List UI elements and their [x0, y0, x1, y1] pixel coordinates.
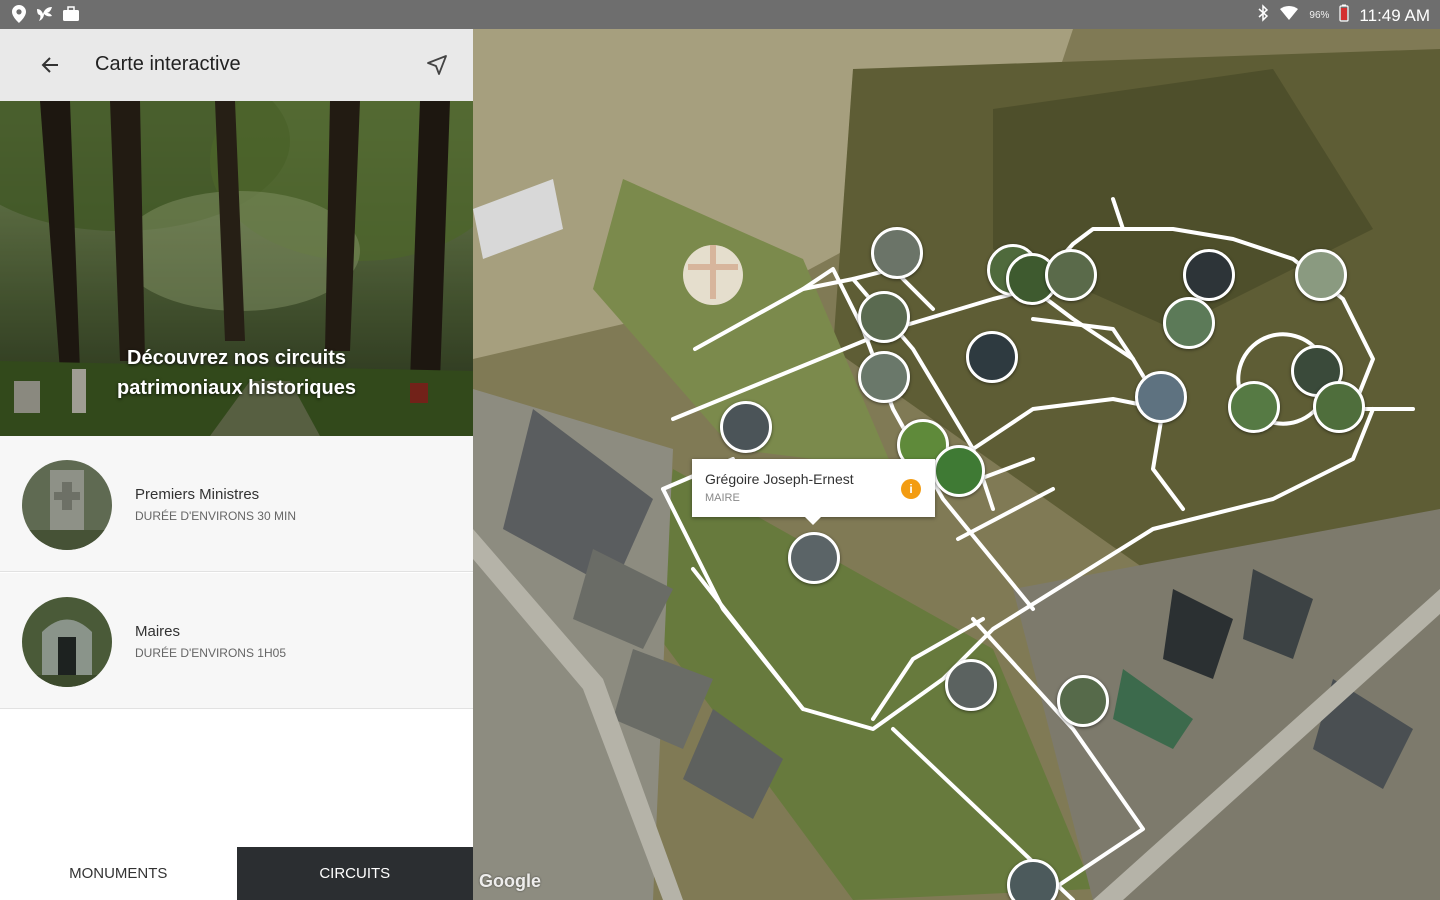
- back-button[interactable]: [34, 49, 66, 81]
- bottom-tabs: MONUMENTS CIRCUITS: [0, 847, 473, 900]
- hero-text-line1: Découvrez nos circuits: [127, 347, 346, 369]
- monument-marker[interactable]: [1163, 297, 1215, 349]
- navigation-icon: [427, 55, 447, 75]
- tab-monuments[interactable]: MONUMENTS: [0, 847, 237, 900]
- circuit-name: Maires: [135, 623, 181, 640]
- bluetooth-icon: [1257, 4, 1269, 27]
- monument-marker[interactable]: [945, 659, 997, 711]
- monument-marker[interactable]: [1313, 381, 1365, 433]
- monument-marker[interactable]: [858, 291, 910, 343]
- monument-marker[interactable]: [858, 351, 910, 403]
- hero-text-line2: patrimoniaux historiques: [117, 377, 356, 399]
- monument-marker[interactable]: [871, 227, 923, 279]
- circuit-thumbnail: [22, 460, 112, 550]
- monument-marker[interactable]: [933, 445, 985, 497]
- hero-banner: Découvrez nos circuits patrimoniaux hist…: [0, 101, 473, 436]
- info-icon[interactable]: i: [901, 479, 921, 499]
- circuit-thumbnail: [22, 597, 112, 687]
- location-icon: [10, 5, 28, 23]
- monument-marker[interactable]: [1057, 675, 1109, 727]
- bird-icon: [36, 5, 54, 23]
- monument-marker[interactable]: [720, 401, 772, 453]
- circuit-duration: DURÉE D'ENVIRONS 30 MIN: [135, 509, 296, 523]
- circuit-panel: Carte interactive Découvrez nos circuits…: [0, 29, 473, 900]
- satellite-map[interactable]: Grégoire Joseph-Ernest MAIRE i Google: [473, 29, 1440, 900]
- monument-marker[interactable]: [1183, 249, 1235, 301]
- monument-marker[interactable]: [1228, 381, 1280, 433]
- monument-marker[interactable]: [1045, 249, 1097, 301]
- circuit-name: Premiers Ministres: [135, 486, 260, 503]
- circuit-item-premiers-ministres[interactable]: Premiers Ministres DURÉE D'ENVIRONS 30 M…: [0, 436, 473, 572]
- circuit-item-maires[interactable]: Maires DURÉE D'ENVIRONS 1H05: [0, 573, 473, 709]
- status-time: 11:49 AM: [1359, 5, 1430, 25]
- briefcase-icon: [62, 5, 80, 23]
- page-title: Carte interactive: [95, 53, 241, 75]
- battery-icon: [1339, 4, 1350, 27]
- battery-percent: 96%: [1309, 10, 1330, 21]
- monument-marker[interactable]: [788, 532, 840, 584]
- monument-popup[interactable]: Grégoire Joseph-Ernest MAIRE i: [692, 459, 935, 525]
- popup-monument-role: MAIRE: [705, 492, 740, 504]
- app-bar: Carte interactive: [0, 29, 473, 101]
- circuit-duration: DURÉE D'ENVIRONS 1H05: [135, 646, 286, 660]
- google-attribution: Google: [479, 871, 541, 891]
- monument-marker[interactable]: [966, 331, 1018, 383]
- monument-marker[interactable]: [1295, 249, 1347, 301]
- status-bar: 96% 11:49 AM: [0, 0, 1440, 29]
- hero-text: Découvrez nos circuits patrimoniaux hist…: [0, 343, 473, 403]
- popup-monument-name: Grégoire Joseph-Ernest: [705, 471, 854, 487]
- wifi-icon: [1279, 4, 1299, 27]
- back-arrow-icon: [41, 57, 58, 73]
- monument-marker[interactable]: [1135, 371, 1187, 423]
- tab-circuits[interactable]: CIRCUITS: [236, 847, 473, 900]
- navigate-button[interactable]: [421, 49, 453, 81]
